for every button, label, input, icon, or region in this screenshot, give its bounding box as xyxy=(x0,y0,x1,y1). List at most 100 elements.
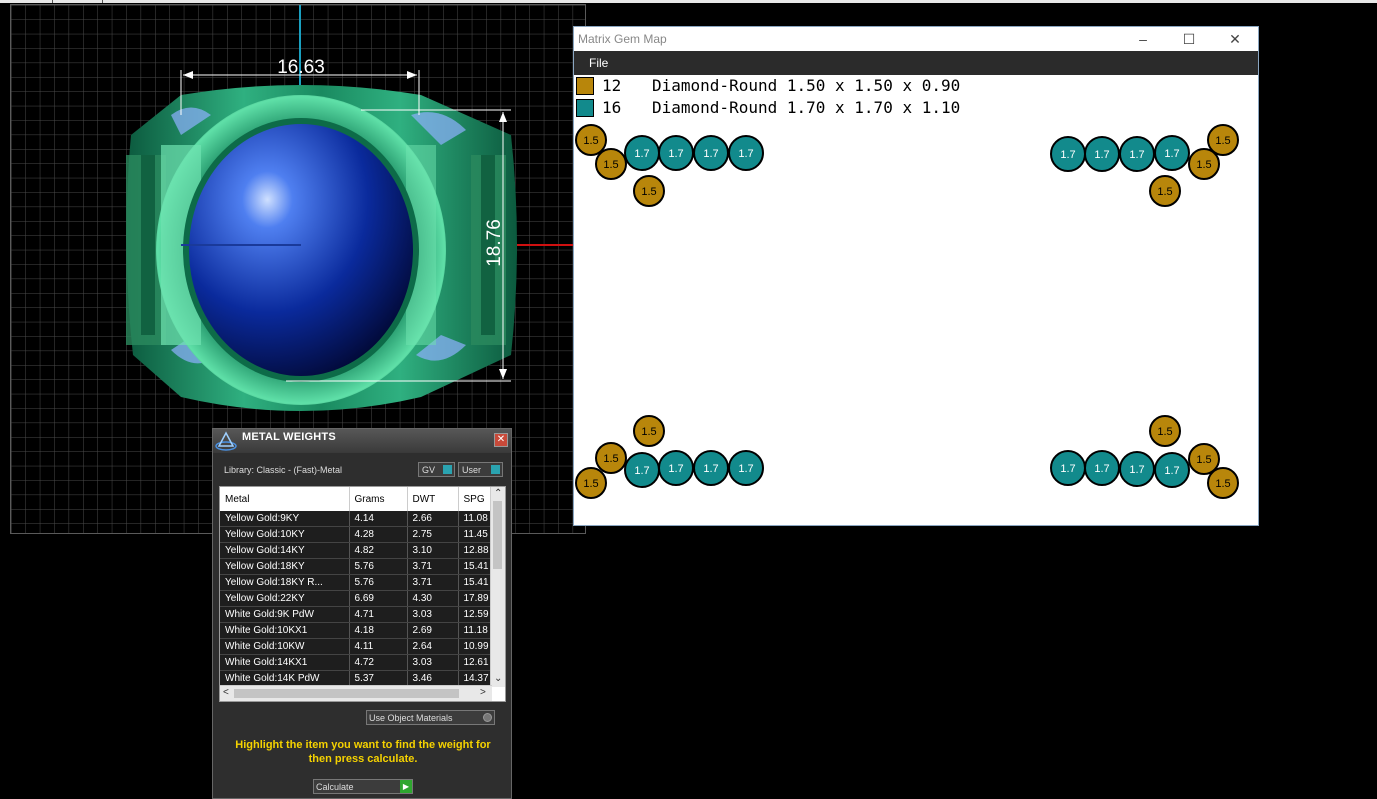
svg-text:1.5: 1.5 xyxy=(641,186,656,198)
gem-small[interactable]: 1.5 xyxy=(575,467,607,499)
gem-large[interactable]: 1.7 xyxy=(693,135,729,171)
table-cell: 2.66 xyxy=(407,511,459,527)
gem-small[interactable]: 1.5 xyxy=(1207,467,1239,499)
svg-text:1.7: 1.7 xyxy=(1060,463,1075,475)
table-cell: 3.10 xyxy=(407,542,459,559)
calculate-button[interactable]: Calculate ▶ xyxy=(313,779,413,794)
svg-text:1.7: 1.7 xyxy=(738,463,753,475)
gem-large[interactable]: 1.7 xyxy=(658,135,694,171)
metal-table[interactable]: Metal Grams DWT SPG Yellow Gold:9KY 4.14 2.66… xyxy=(219,486,506,702)
svg-text:1.5: 1.5 xyxy=(1196,159,1211,171)
gem-large[interactable]: 1.7 xyxy=(728,450,764,486)
table-row[interactable]: White Gold:10KW 4.11 2.64 10.99 xyxy=(220,638,501,655)
scroll-right-icon[interactable]: > xyxy=(480,687,486,699)
svg-text:1.5: 1.5 xyxy=(603,453,618,465)
gem-large[interactable]: 1.7 xyxy=(1119,451,1155,487)
user-toggle[interactable]: User xyxy=(458,462,503,477)
gem-large[interactable]: 1.7 xyxy=(1084,450,1120,486)
table-cell: 4.71 xyxy=(349,606,408,623)
table-row[interactable]: Yellow Gold:22KY 6.69 4.30 17.89 xyxy=(220,590,501,607)
table-row[interactable]: White Gold:14KX1 4.72 3.03 12.61 xyxy=(220,654,501,671)
column-header[interactable]: DWT xyxy=(407,487,459,511)
table-cell: Yellow Gold:10KY xyxy=(220,526,350,543)
close-icon[interactable]: ✕ xyxy=(494,433,508,447)
gem-small[interactable]: 1.5 xyxy=(1149,415,1181,447)
user-label: User xyxy=(462,465,482,475)
gem-map-window[interactable]: Matrix Gem Map – ☐ ✕ File 12 Diamond-Rou… xyxy=(573,26,1259,526)
table-cell: 2.69 xyxy=(407,622,459,639)
vertical-scrollbar[interactable]: ⌃ ⌄ xyxy=(490,487,505,687)
horizontal-scrollbar[interactable]: < > xyxy=(220,685,492,701)
gem-large[interactable]: 1.7 xyxy=(693,450,729,486)
dim-height-label: 18.76 xyxy=(484,219,505,267)
column-header[interactable]: Grams xyxy=(349,487,408,511)
gem-large[interactable]: 1.7 xyxy=(1119,136,1155,172)
scroll-thumb[interactable] xyxy=(234,689,459,698)
gem-large[interactable]: 1.7 xyxy=(1050,136,1086,172)
svg-text:1.7: 1.7 xyxy=(1094,149,1109,161)
table-row[interactable]: White Gold:10KX1 4.18 2.69 11.18 xyxy=(220,622,501,639)
gem-small[interactable]: 1.5 xyxy=(633,175,665,207)
table-row[interactable]: Yellow Gold:10KY 4.28 2.75 11.45 xyxy=(220,526,501,543)
toggle-indicator-icon xyxy=(491,465,500,474)
svg-text:1.7: 1.7 xyxy=(668,148,683,160)
gem-large[interactable]: 1.7 xyxy=(1154,452,1190,488)
gem-large[interactable]: 1.7 xyxy=(1084,136,1120,172)
gem-small[interactable]: 1.5 xyxy=(595,148,627,180)
gem-large[interactable]: 1.7 xyxy=(658,450,694,486)
svg-text:1.5: 1.5 xyxy=(583,478,598,490)
gv-label: GV xyxy=(422,465,436,475)
table-cell: 5.76 xyxy=(349,574,408,591)
table-cell: 4.28 xyxy=(349,526,408,543)
svg-text:1.7: 1.7 xyxy=(634,465,649,477)
svg-text:1.5: 1.5 xyxy=(1196,454,1211,466)
scroll-left-icon[interactable]: < xyxy=(223,687,229,699)
table-row[interactable]: Yellow Gold:18KY 5.76 3.71 15.41 xyxy=(220,558,501,575)
table-cell: White Gold:9K PdW xyxy=(220,606,350,623)
top-strip xyxy=(0,0,1377,3)
gv-toggle[interactable]: GV xyxy=(418,462,455,477)
gem-large[interactable]: 1.7 xyxy=(624,452,660,488)
calculate-label: Calculate xyxy=(316,782,354,792)
gem-small[interactable]: 1.5 xyxy=(595,442,627,474)
table-cell: 6.69 xyxy=(349,590,408,607)
table-row[interactable]: Yellow Gold:14KY 4.82 3.10 12.88 xyxy=(220,542,501,559)
scroll-down-icon[interactable]: ⌄ xyxy=(494,673,502,685)
gem-small[interactable]: 1.5 xyxy=(633,415,665,447)
table-header: Metal Grams DWT SPG xyxy=(220,487,501,511)
use-object-materials-toggle[interactable]: Use Object Materials xyxy=(366,710,495,725)
gem-large[interactable]: 1.7 xyxy=(1050,450,1086,486)
svg-text:1.7: 1.7 xyxy=(668,463,683,475)
table-cell: 4.82 xyxy=(349,542,408,559)
svg-text:1.7: 1.7 xyxy=(1094,463,1109,475)
dim-width-label: 16.63 xyxy=(277,57,325,78)
table-row[interactable]: White Gold:9K PdW 4.71 3.03 12.59 xyxy=(220,606,501,623)
gem-large[interactable]: 1.7 xyxy=(1154,135,1190,171)
scroll-thumb[interactable] xyxy=(493,501,502,569)
table-cell: 4.14 xyxy=(349,511,408,527)
table-cell: Yellow Gold:9KY xyxy=(220,511,350,527)
table-cell: 3.03 xyxy=(407,606,459,623)
metal-weights-panel[interactable]: METAL WEIGHTS ✕ Library: Classic - (Fast… xyxy=(212,428,512,799)
svg-text:1.5: 1.5 xyxy=(1157,426,1172,438)
table-cell: 2.75 xyxy=(407,526,459,543)
gem-small[interactable]: 1.5 xyxy=(1149,175,1181,207)
svg-text:1.7: 1.7 xyxy=(703,148,718,160)
svg-text:1.7: 1.7 xyxy=(634,148,649,160)
gem-large[interactable]: 1.7 xyxy=(624,135,660,171)
svg-text:1.7: 1.7 xyxy=(1060,149,1075,161)
library-label: Library: Classic - (Fast)-Metal xyxy=(224,465,343,475)
table-row[interactable]: Yellow Gold:18KY R... 5.76 3.71 15.41 xyxy=(220,574,501,591)
gem-map-canvas: 1.5 1.5 1.5 1.7 1.7 1.7 1.7 1.7 1.7 1.7 1.7 1.5 1.5 1… xyxy=(575,124,1239,499)
scroll-up-icon[interactable]: ⌃ xyxy=(494,488,502,500)
svg-text:1.5: 1.5 xyxy=(1215,478,1230,490)
column-header[interactable]: Metal xyxy=(220,487,350,511)
gem-small[interactable]: 1.5 xyxy=(575,124,607,156)
metal-weights-titlebar[interactable]: METAL WEIGHTS ✕ xyxy=(213,429,511,453)
table-cell: 3.03 xyxy=(407,654,459,671)
gem-small[interactable]: 1.5 xyxy=(1207,124,1239,156)
table-row[interactable]: Yellow Gold:9KY 4.14 2.66 11.08 xyxy=(220,511,501,527)
table-cell: 3.71 xyxy=(407,558,459,575)
gem-large[interactable]: 1.7 xyxy=(728,135,764,171)
table-cell: 4.11 xyxy=(349,638,408,655)
